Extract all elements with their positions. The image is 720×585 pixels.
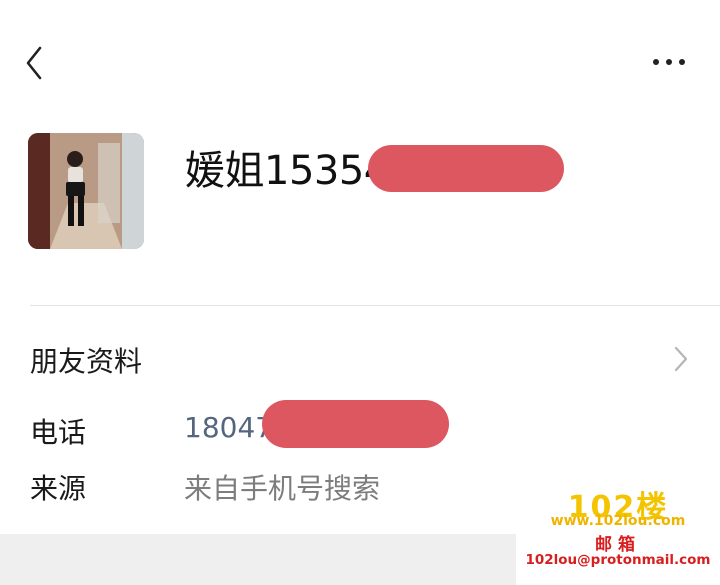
watermark-site: www.102lou.com <box>550 513 686 529</box>
source-label: 来源 <box>30 472 87 505</box>
friend-info-row[interactable]: 朋友资料 <box>0 322 720 394</box>
redaction-name <box>368 145 564 192</box>
friend-info-label: 朋友资料 <box>30 345 143 378</box>
phone-value[interactable]: 18047 <box>184 411 273 444</box>
divider <box>30 305 720 306</box>
chevron-left-icon <box>26 46 42 80</box>
chevron-right-icon <box>674 346 688 372</box>
watermark-email: 102lou@protonmail.com <box>525 552 711 568</box>
back-button[interactable] <box>18 40 54 86</box>
more-options-button[interactable] <box>646 48 690 76</box>
phone-label: 电话 <box>30 416 87 449</box>
avatar[interactable] <box>28 133 144 249</box>
more-horizontal-icon <box>653 59 685 65</box>
source-value: 来自手机号搜索 <box>184 472 381 505</box>
redaction-phone <box>262 400 449 448</box>
contact-name: 媛姐15354 <box>185 148 389 194</box>
